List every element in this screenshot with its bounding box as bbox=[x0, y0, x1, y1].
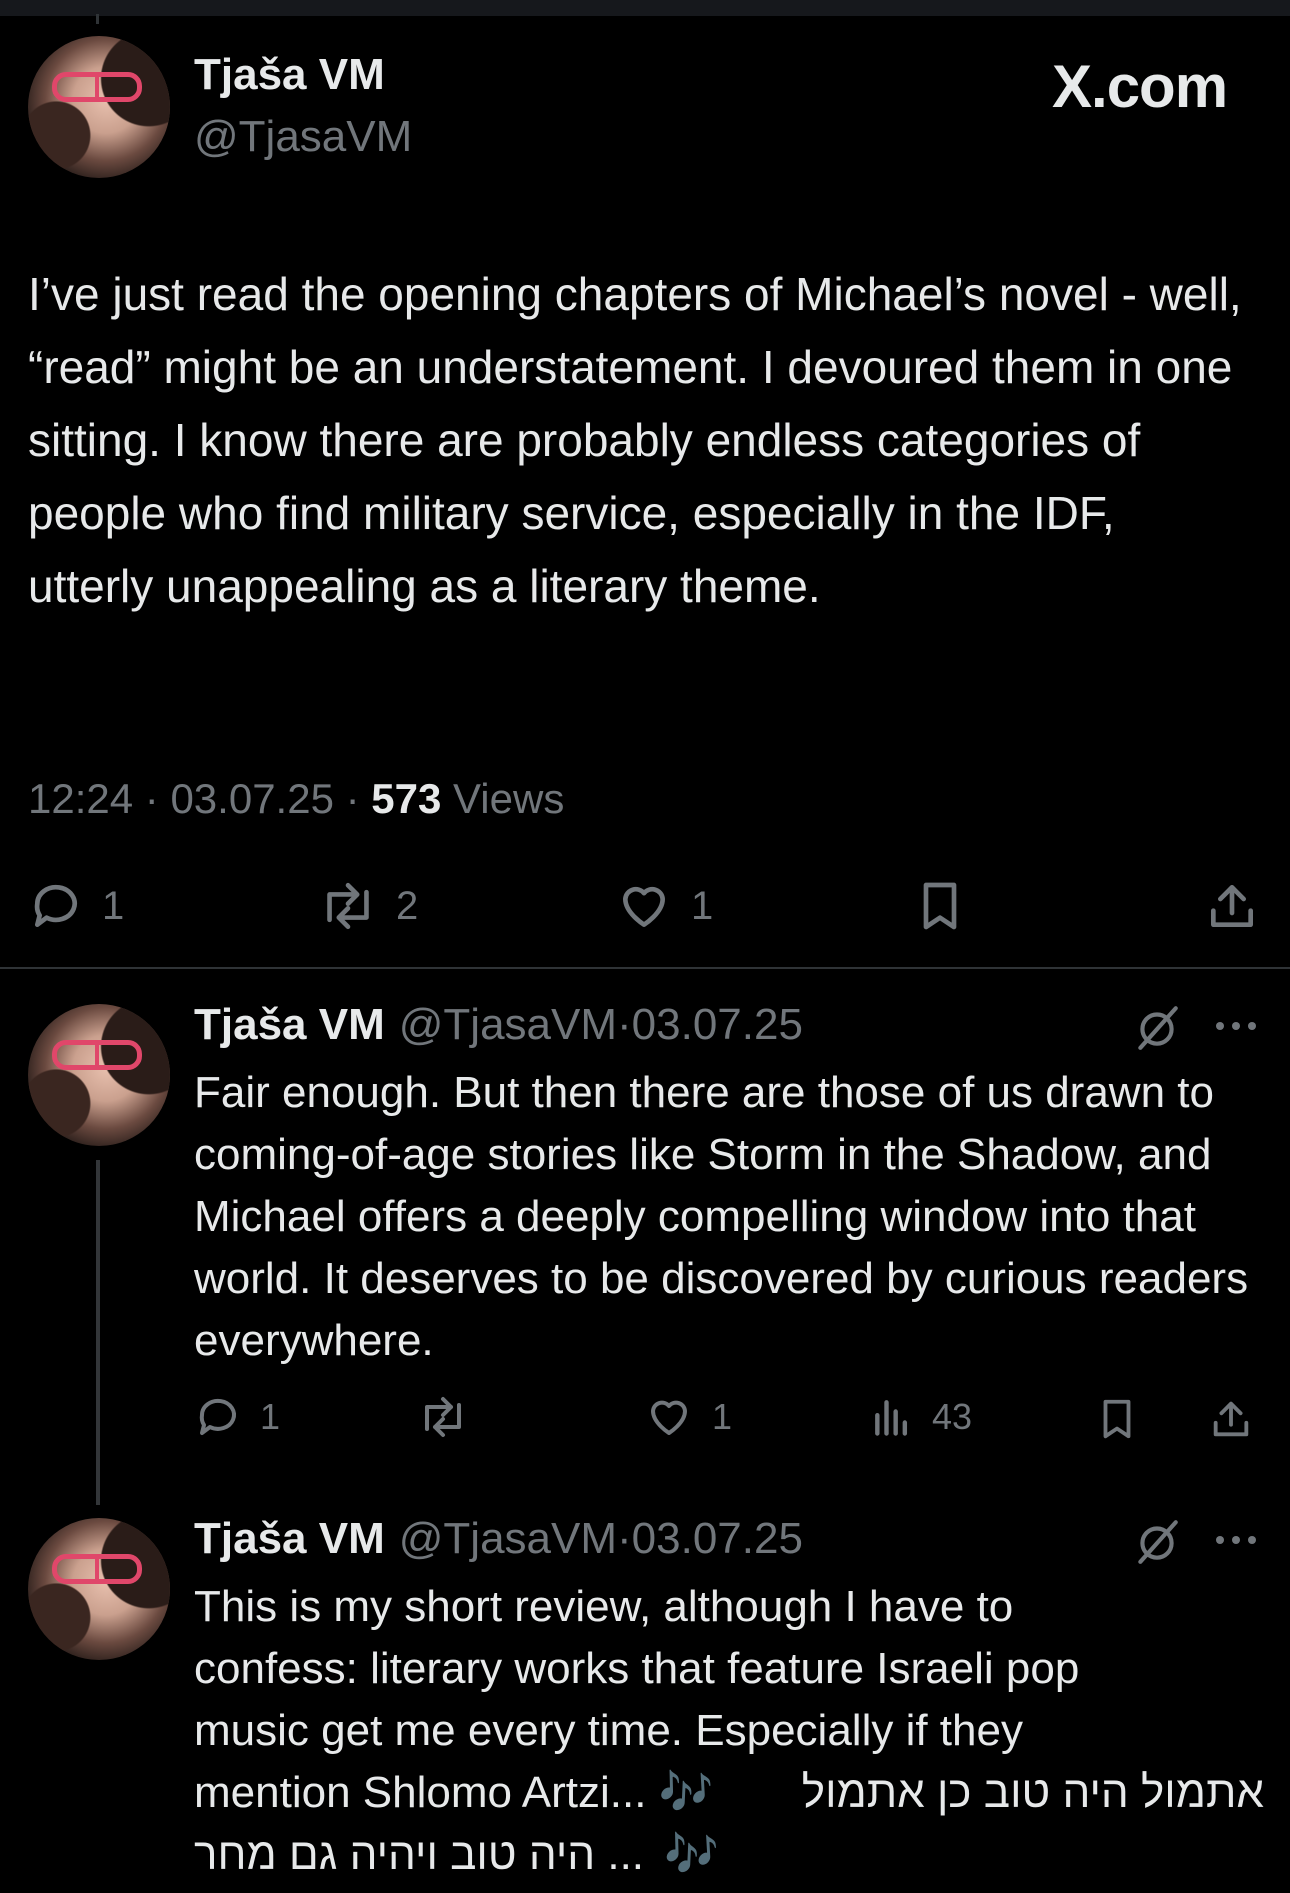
reply2-line: mention Shlomo Artzi... 🎶 אתמול היה טוב … bbox=[194, 1762, 1264, 1824]
avatar-hair bbox=[28, 1518, 170, 1660]
reply1-separator: · bbox=[617, 1000, 632, 1049]
reply2-author-name[interactable]: Tjaša VM bbox=[194, 1514, 385, 1563]
reply1-like-count: 1 bbox=[712, 1396, 733, 1437]
repost-icon bbox=[327, 882, 369, 930]
reply1-avatar[interactable] bbox=[28, 1004, 170, 1146]
brand-watermark: X.com bbox=[1052, 53, 1228, 120]
avatar-glasses bbox=[52, 1554, 142, 1584]
reply2-header: Tjaša VM @TjasaVM·03.07.25 bbox=[194, 1514, 803, 1564]
reply1-text: Fair enough. But then there are those of… bbox=[194, 1068, 1249, 1365]
reply1-reply-button[interactable]: 1 bbox=[194, 1393, 280, 1441]
reply1-share-button[interactable] bbox=[1208, 1393, 1254, 1445]
thread-tick bbox=[96, 14, 99, 24]
reply-icon bbox=[199, 1398, 236, 1435]
tweet-time[interactable]: 12:24 bbox=[28, 775, 133, 822]
reply2-line: music get me every time. Especially if t… bbox=[194, 1706, 1023, 1755]
reply-button[interactable]: 1 bbox=[28, 878, 124, 934]
more-icon bbox=[1216, 1022, 1256, 1030]
reply1-date[interactable]: 03.07.25 bbox=[632, 1000, 803, 1049]
tweet-date[interactable]: 03.07.25 bbox=[170, 775, 334, 822]
main-author-name[interactable]: Tjaša VM bbox=[194, 50, 385, 100]
grok-slash-icon bbox=[1138, 1520, 1178, 1564]
reply1-reply-count: 1 bbox=[260, 1396, 281, 1437]
avatar-glasses bbox=[52, 1040, 142, 1070]
reply2-text: This is my short review, although I have… bbox=[194, 1576, 1264, 1886]
like-count: 1 bbox=[691, 883, 714, 928]
like-button[interactable]: 1 bbox=[615, 878, 713, 934]
top-status-strip bbox=[0, 0, 1290, 24]
repost-count: 2 bbox=[396, 883, 419, 928]
more-button[interactable] bbox=[1212, 1522, 1260, 1558]
reply1-views-button[interactable]: 43 bbox=[870, 1393, 972, 1441]
reply1-repost-button[interactable] bbox=[416, 1393, 470, 1441]
more-button[interactable] bbox=[1212, 1008, 1260, 1044]
avatar-hair bbox=[28, 36, 170, 178]
reply2-line5-hebrew: ... היה טוב ויהיה גם מחר bbox=[194, 1830, 645, 1879]
grok-button[interactable] bbox=[1132, 1514, 1182, 1568]
views-count: 573 bbox=[371, 775, 442, 822]
reply2-line: This is my short review, although I have… bbox=[194, 1582, 1014, 1631]
meta-separator: · bbox=[345, 775, 360, 822]
reply1-like-button[interactable]: 1 bbox=[644, 1393, 732, 1441]
views-label: Views bbox=[453, 775, 565, 822]
avatar-hair bbox=[28, 1004, 170, 1146]
reply2-line4-latin: mention Shlomo Artzi... 🎶 bbox=[194, 1768, 714, 1817]
grok-button[interactable] bbox=[1132, 1000, 1182, 1054]
reply1-header: Tjaša VM @TjasaVM·03.07.25 bbox=[194, 1000, 803, 1050]
like-icon bbox=[651, 1400, 687, 1435]
repost-icon bbox=[425, 1397, 461, 1437]
share-icon bbox=[1211, 885, 1253, 927]
reply1-bookmark-button[interactable] bbox=[1094, 1393, 1140, 1445]
tweet-meta: 12:24 · 03.07.25 · 573 Views bbox=[28, 775, 564, 823]
reply-icon bbox=[34, 884, 77, 927]
section-divider bbox=[0, 967, 1290, 969]
reply2-author-handle[interactable]: @TjasaVM bbox=[399, 1514, 617, 1563]
reply2-date[interactable]: 03.07.25 bbox=[632, 1514, 803, 1563]
meta-separator: · bbox=[144, 775, 159, 822]
reply-count: 1 bbox=[102, 883, 125, 928]
reply2-line: confess: literary works that feature Isr… bbox=[194, 1644, 1080, 1693]
main-tweet-avatar[interactable] bbox=[28, 36, 170, 178]
reply2-line4-hebrew: אתמול היה טוב כן אתמול bbox=[801, 1768, 1264, 1817]
thread-connector bbox=[96, 1160, 100, 1505]
reply2-line5-notes: 🎶 bbox=[664, 1830, 719, 1879]
reply2-avatar[interactable] bbox=[28, 1518, 170, 1660]
reply1-author-handle[interactable]: @TjasaVM bbox=[399, 1000, 617, 1049]
main-author-handle[interactable]: @TjasaVM bbox=[194, 112, 412, 162]
views-icon bbox=[875, 1400, 908, 1436]
main-tweet-text: I’ve just read the opening chapters of M… bbox=[28, 268, 1242, 612]
share-icon bbox=[1213, 1401, 1249, 1437]
bookmark-button[interactable] bbox=[912, 876, 968, 936]
reply1-author-name[interactable]: Tjaša VM bbox=[194, 1000, 385, 1049]
reply1-views-count: 43 bbox=[932, 1396, 973, 1437]
grok-slash-icon bbox=[1138, 1006, 1178, 1050]
more-icon bbox=[1216, 1536, 1256, 1544]
reply2-separator: · bbox=[617, 1514, 632, 1563]
share-button[interactable] bbox=[1204, 876, 1260, 936]
bookmark-icon bbox=[1103, 1399, 1131, 1439]
bookmark-icon bbox=[923, 882, 957, 930]
reply2-line: ... היה טוב ויהיה גם מחר 🎶 bbox=[194, 1824, 1264, 1886]
repost-button[interactable]: 2 bbox=[318, 878, 418, 934]
avatar-glasses bbox=[52, 72, 142, 102]
like-icon bbox=[623, 886, 665, 927]
